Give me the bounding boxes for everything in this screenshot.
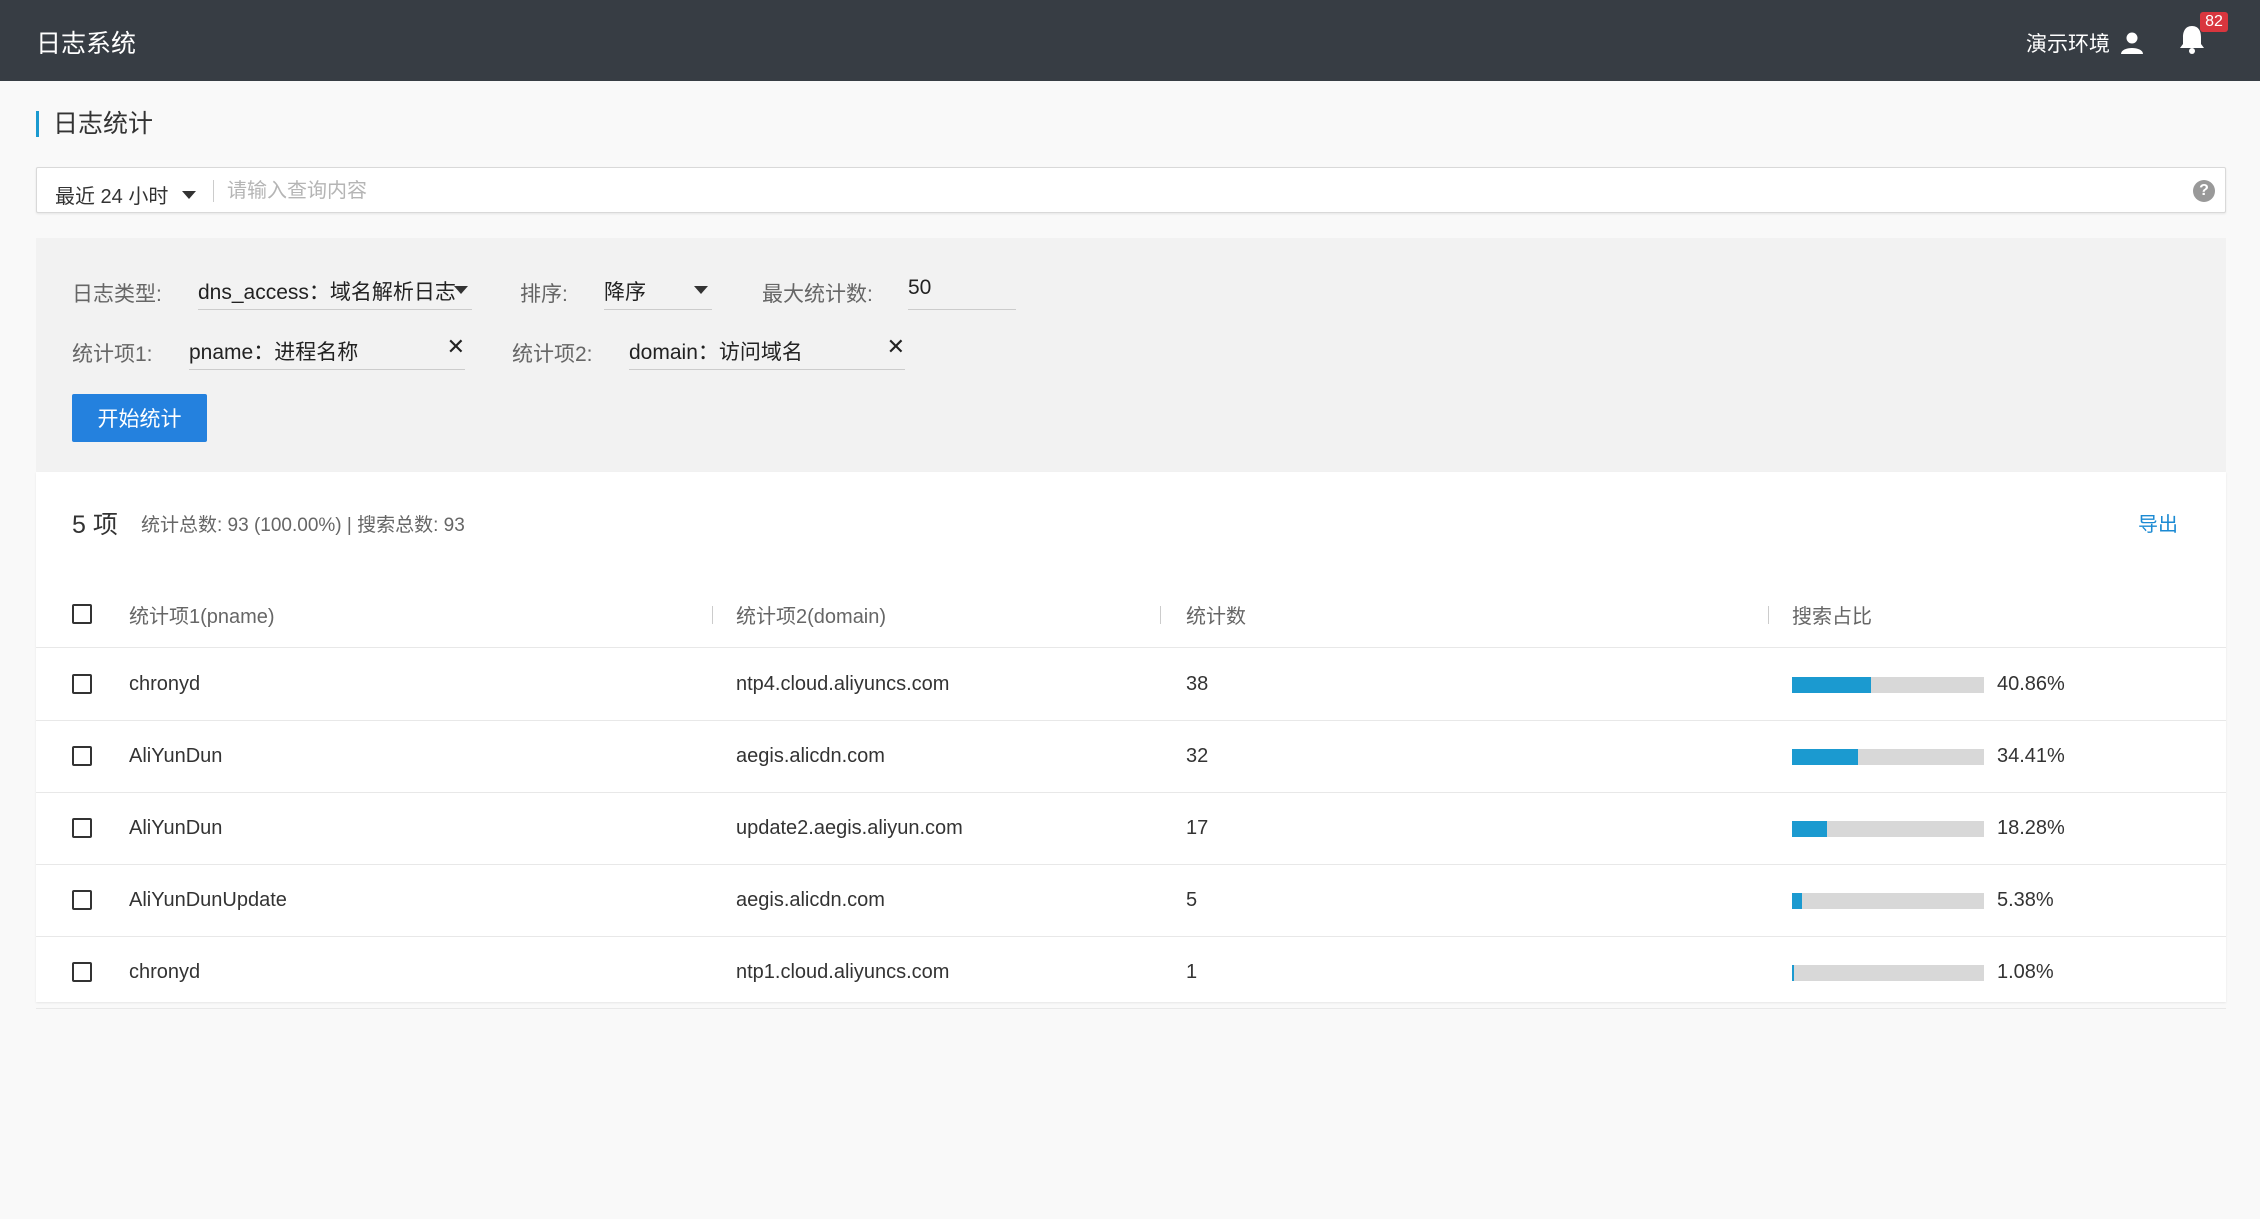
row-checkbox[interactable]	[72, 746, 92, 766]
cell-domain: ntp4.cloud.aliyuncs.com	[736, 673, 950, 695]
query-input[interactable]	[227, 174, 2167, 208]
cell-percent: 40.86%	[1997, 673, 2065, 695]
cell-count: 38	[1186, 673, 1209, 695]
result-summary: 统计总数: 93 (100.00%) | 搜索总数: 93	[141, 515, 465, 536]
cell-count: 17	[1186, 817, 1209, 839]
column-divider	[712, 606, 713, 624]
query-bar: 最近 24 小时 ?	[36, 167, 2226, 213]
max-count-label: 最大统计数:	[762, 283, 873, 306]
row-checkbox[interactable]	[72, 890, 92, 910]
log-type-select[interactable]: dns_access：域名解析日志	[198, 274, 472, 310]
item2-value: domain：访问域名	[629, 341, 803, 364]
cell-pname: AliYunDun	[129, 817, 223, 839]
item2-label: 统计项2:	[512, 343, 593, 366]
export-link[interactable]: 导出	[2138, 508, 2178, 537]
chevron-down-icon	[182, 190, 197, 199]
notification-badge: 82	[2200, 12, 2228, 32]
row-checkbox[interactable]	[72, 962, 92, 982]
item1-label: 统计项1:	[72, 343, 153, 366]
item1-value: pname：进程名称	[189, 341, 359, 364]
table-header: 统计项1(pname) 统计项2(domain) 统计数 搜索占比	[36, 582, 2226, 648]
cell-count: 32	[1186, 745, 1209, 767]
log-type-value: dns_access：域名解析日志	[198, 281, 456, 304]
sort-value: 降序	[604, 281, 646, 304]
start-stats-button[interactable]: 开始统计	[72, 394, 207, 442]
user-icon	[2121, 32, 2143, 54]
environment-label: 演示环境	[2026, 33, 2110, 56]
log-type-label: 日志类型:	[72, 283, 162, 306]
percent-bar-fill	[1792, 749, 1859, 765]
help-icon[interactable]: ?	[2193, 180, 2215, 202]
cell-pname: AliYunDun	[129, 745, 223, 767]
column-header-domain[interactable]: 统计项2(domain)	[736, 582, 886, 647]
results-panel: 5 项 统计总数: 93 (100.00%) | 搜索总数: 93 导出 统计项…	[36, 472, 2226, 1009]
percent-bar-fill	[1792, 821, 1828, 837]
max-count-input[interactable]: 50	[908, 274, 1016, 310]
cell-count: 1	[1186, 961, 1198, 983]
filter-panel: 日志类型: dns_access：域名解析日志 排序: 降序 最大统计数: 50…	[36, 238, 2226, 472]
close-icon[interactable]: ✕	[447, 334, 465, 360]
percent-bar	[1792, 677, 1984, 693]
environment-menu[interactable]: 演示环境	[2026, 28, 2144, 58]
percent-bar-fill	[1792, 677, 1871, 693]
query-divider	[213, 180, 214, 202]
cell-pname: AliYunDunUpdate	[129, 889, 287, 911]
percent-bar	[1792, 749, 1984, 765]
table-row: AliYunDunUpdate aegis.alicdn.com 5 5.38%	[36, 865, 2226, 937]
cell-domain: ntp1.cloud.aliyuncs.com	[736, 961, 950, 983]
cell-percent: 1.08%	[1997, 961, 2054, 983]
cell-percent: 34.41%	[1997, 745, 2065, 767]
column-header-count[interactable]: 统计数	[1186, 582, 1246, 647]
item2-select[interactable]: domain：访问域名 ✕	[629, 334, 905, 370]
app-title[interactable]: 日志系统	[36, 24, 136, 60]
result-count: 5 项	[72, 511, 118, 539]
cell-pname: chronyd	[129, 673, 201, 695]
chevron-down-icon	[454, 286, 468, 294]
percent-bar	[1792, 821, 1984, 837]
column-header-percent[interactable]: 搜索占比	[1792, 582, 1872, 647]
column-header-pname[interactable]: 统计项1(pname)	[129, 582, 275, 647]
row-checkbox[interactable]	[72, 674, 92, 694]
cell-pname: chronyd	[129, 961, 201, 983]
time-range-value: 最近 24 小时	[55, 186, 169, 208]
sort-label: 排序:	[520, 283, 568, 306]
time-range-select[interactable]: 最近 24 小时	[55, 180, 197, 209]
percent-bar-fill	[1792, 965, 1795, 981]
page-title: 日志统计	[36, 111, 153, 137]
cell-percent: 18.28%	[1997, 817, 2065, 839]
item1-select[interactable]: pname：进程名称 ✕	[189, 334, 465, 370]
cell-domain: aegis.alicdn.com	[736, 889, 885, 911]
row-checkbox[interactable]	[72, 818, 92, 838]
cell-percent: 5.38%	[1997, 889, 2054, 911]
percent-bar	[1792, 965, 1984, 981]
table-row: chronyd ntp4.cloud.aliyuncs.com 38 40.86%	[36, 649, 2226, 721]
cell-domain: update2.aegis.aliyun.com	[736, 817, 963, 839]
table-row: AliYunDun update2.aegis.aliyun.com 17 18.28…	[36, 793, 2226, 865]
percent-bar	[1792, 893, 1984, 909]
table-row: chronyd ntp1.cloud.aliyuncs.com 1 1.08%	[36, 937, 2226, 1009]
sort-select[interactable]: 降序	[604, 274, 712, 310]
close-icon[interactable]: ✕	[887, 334, 905, 360]
top-bar: 日志系统 演示环境 82	[0, 0, 2260, 81]
percent-bar-fill	[1792, 893, 1803, 909]
cell-count: 5	[1186, 889, 1198, 911]
select-all-checkbox[interactable]	[72, 604, 92, 624]
column-divider	[1768, 606, 1769, 624]
cell-domain: aegis.alicdn.com	[736, 745, 885, 767]
chevron-down-icon	[694, 286, 708, 294]
table-row: AliYunDun aegis.alicdn.com 32 34.41%	[36, 721, 2226, 793]
column-divider	[1160, 606, 1161, 624]
